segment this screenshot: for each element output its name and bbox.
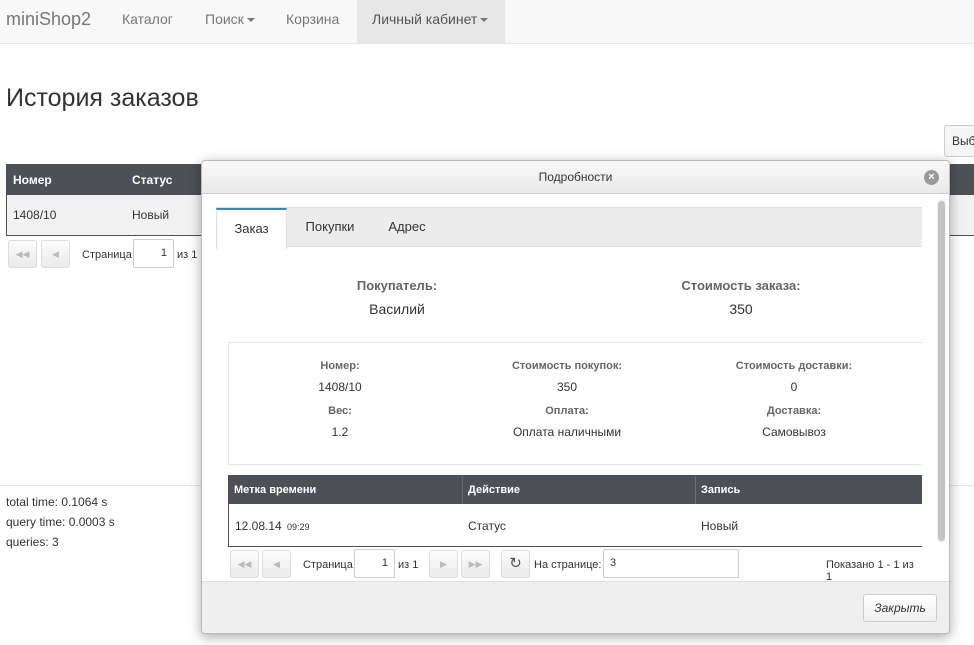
nav-item-search[interactable]: Поиск <box>205 0 261 43</box>
shown-count: Показано 1 - 1 из 1 <box>826 559 914 581</box>
delivery-cost-label: Стоимость доставки: <box>735 360 853 372</box>
first-page-icon[interactable]: ◀◀ <box>8 240 37 268</box>
nav-item-cart[interactable]: Корзина <box>286 0 346 43</box>
modal-body: Заказ Покупки Адрес Покупатель: Василий … <box>216 207 922 581</box>
nav-item-account[interactable]: Личный кабинет <box>357 0 505 43</box>
select-button[interactable]: Выб <box>944 125 974 157</box>
column-separator <box>695 476 696 504</box>
pager-page-label: Страница <box>82 249 132 261</box>
customer-value: Василий <box>369 301 425 317</box>
per-page-input[interactable]: 3 <box>603 549 739 578</box>
close-button[interactable]: Закрыть <box>863 594 937 622</box>
weight-value: 1.2 <box>331 425 349 439</box>
brand-logo[interactable]: miniShop2 <box>6 9 91 30</box>
tab-order[interactable]: Заказ <box>216 208 287 249</box>
next-page-icon[interactable]: ▶ <box>429 550 458 578</box>
per-page-label: На странице: <box>534 559 602 571</box>
modal-header: Подробности × <box>202 161 949 194</box>
column-header-action[interactable]: Действие <box>468 476 520 504</box>
first-page-icon[interactable]: ◀◀ <box>230 550 259 578</box>
tabs: Заказ Покупки Адрес <box>216 207 922 249</box>
last-page-icon[interactable]: ▶▶ <box>461 550 490 578</box>
page-number-input[interactable]: 1 <box>354 549 395 578</box>
delivery-label: Доставка: <box>766 405 822 417</box>
nav-item-catalog[interactable]: Каталог <box>122 0 178 43</box>
details-modal: Подробности × Заказ Покупки Адрес Покупа… <box>201 160 950 634</box>
caret-down-icon <box>480 18 489 23</box>
payment-value: Оплата наличными <box>512 425 622 439</box>
page-number-input[interactable]: 1 <box>133 239 174 268</box>
order-cost-value: 350 <box>729 301 753 317</box>
order-cost-label: Стоимость заказа: <box>681 278 801 293</box>
order-status: Новый <box>132 208 170 222</box>
stat-queries: queries: 3 <box>6 535 59 549</box>
delivery-value: Самовывоз <box>762 425 826 439</box>
page-title: История заказов <box>6 84 199 112</box>
log-table-header: Метка времени Действие Запись <box>229 476 922 504</box>
pager-of-label: из 1 <box>177 249 198 261</box>
column-header-number[interactable]: Номер <box>13 165 52 195</box>
column-header-entry[interactable]: Запись <box>701 476 740 504</box>
number-value: 1408/10 <box>318 380 362 394</box>
pager-page-label: Страница <box>303 559 353 571</box>
tab-address[interactable]: Адрес <box>376 208 438 248</box>
customer-label: Покупатель: <box>356 278 438 293</box>
prev-page-icon[interactable]: ◀ <box>262 550 291 578</box>
caret-down-icon <box>246 18 255 23</box>
stat-query-time: query time: 0.0003 s <box>6 515 115 529</box>
modal-title: Подробности <box>538 170 613 184</box>
column-separator <box>462 476 463 504</box>
modal-scrollbar[interactable] <box>937 199 946 543</box>
payment-label: Оплата: <box>545 405 589 417</box>
scrollbar-thumb[interactable] <box>938 201 945 541</box>
refresh-icon[interactable]: ↻ <box>501 550 530 578</box>
prev-page-icon[interactable]: ◀ <box>41 240 70 268</box>
navbar: miniShop2 Каталог Поиск Корзина Личный к… <box>0 0 974 44</box>
status-log-table: Метка времени Действие Запись 12.08.14 0… <box>228 475 922 547</box>
order-details-panel: Номер: 1408/10 Стоимость покупок: 350 Ст… <box>228 342 922 465</box>
stat-total-time: total time: 0.1064 s <box>6 495 108 509</box>
order-number: 1408/10 <box>13 208 57 222</box>
goods-cost-value: 350 <box>556 380 578 394</box>
tab-purchases[interactable]: Покупки <box>292 208 368 248</box>
log-action: Статус <box>468 519 506 533</box>
delivery-cost-value: 0 <box>790 380 798 394</box>
column-header-status[interactable]: Статус <box>132 165 172 195</box>
log-time: 09:29 <box>287 522 310 532</box>
weight-label: Вес: <box>328 405 352 417</box>
log-entry: Новый <box>701 519 739 533</box>
goods-cost-label: Стоимость покупок: <box>511 360 623 372</box>
close-icon[interactable]: × <box>924 170 939 185</box>
number-label: Номер: <box>320 360 360 372</box>
log-date: 12.08.14 <box>235 519 282 533</box>
modal-footer: Закрыть <box>202 581 949 633</box>
pager-of-label: из 1 <box>398 559 419 571</box>
column-header-timestamp[interactable]: Метка времени <box>234 476 316 504</box>
